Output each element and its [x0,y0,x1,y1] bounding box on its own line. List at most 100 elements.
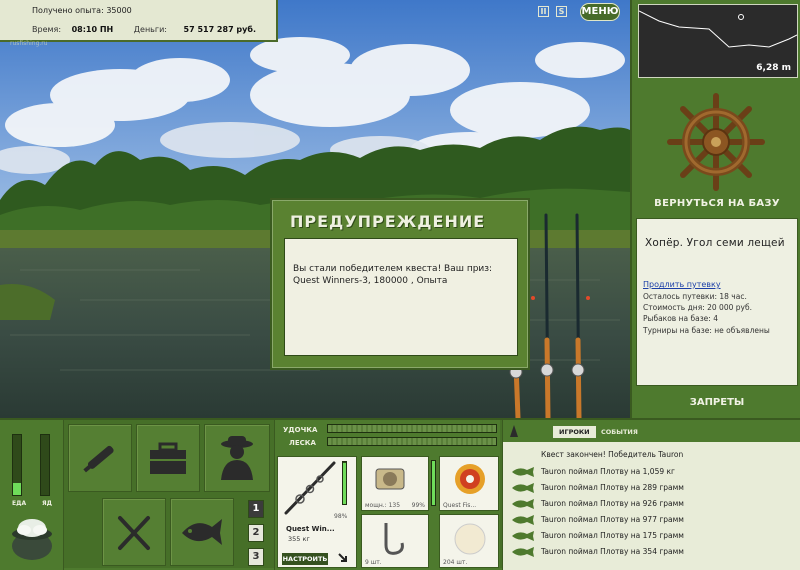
fish-icon [182,519,222,545]
event-text: Tauron поймал Плотву на 926 грамм [541,499,684,508]
events-header: ИГРОКИ СОБЫТИЯ [503,420,800,442]
setup-button[interactable]: НАСТРОИТЬ [282,553,328,565]
rod-bag-icon [83,445,114,473]
event-text: Tauron поймал Плотву на 1,059 кг [541,467,675,476]
hook-slot[interactable]: 9 шт. [361,514,429,568]
page-button-2[interactable]: 2 [248,524,264,542]
dialog-message: Вы стали победителем квеста! Ваш приз: Q… [293,264,493,286]
tackle-box-icon [150,442,186,474]
right-panel: 6,28 m ВЕРНУТЬСЯ НА БАЗУ Хопёр. Угол сем… [630,0,800,418]
line-slot[interactable]: Quest Fis... [439,456,499,511]
event-text: Tauron поймал Плотву на 354 грамм [541,547,684,556]
status-meters: ЕДА ЯД [0,420,64,570]
rod-slot[interactable]: 98% Quest Win... 355 кг НАСТРОИТЬ [277,456,357,568]
tab-players[interactable]: ИГРОКИ [553,426,596,438]
rod-condition: 98% [334,513,348,520]
rod-condition-bar [342,461,347,505]
page-button-3[interactable]: 3 [248,548,264,566]
event-row: Tauron поймал Плотву на 977 грамм [511,512,795,528]
bait-count: 204 шт. [443,559,468,566]
site-watermark: rusfishing.ru [10,40,48,47]
time-money-row: Время: 08:10 ПН Деньги: 57 517 287 руб. [32,25,272,34]
fisherman-icon [221,436,253,480]
line-tension-bar [327,437,497,446]
food-meter [12,434,22,496]
reel-condition: 99% [411,502,425,509]
tournaments-status: Турниры на базе: не объявлены [643,326,770,335]
money-value: 57 517 287 руб. [183,25,256,34]
ship-wheel-icon[interactable] [666,92,766,192]
player-info-panel: Получено опыта: 35000 Время: 08:10 ПН Де… [0,0,278,42]
cutlery-icon [118,516,150,550]
tackle-panel: УДОЧКА ЛЕСКА 98% Quest Win... 355 кг НАС… [274,420,500,570]
tackle-box-button[interactable] [136,424,200,492]
line-name: Quest Fis... [443,502,477,509]
event-row: Tauron поймал Плотву на 354 грамм [511,544,795,560]
permit-remaining: Осталось путевки: 18 час. [643,292,747,301]
arrow-up-icon[interactable] [509,424,519,438]
money-label: Деньги: [133,25,167,34]
quest-result: Квест закончен! Победитель Tauron [541,450,684,459]
fish-icon [512,547,534,557]
fish-icon [512,499,534,509]
hook-icon [384,523,404,555]
event-row: Tauron поймал Плотву на 175 грамм [511,528,795,544]
restrictions-button[interactable]: ЗАПРЕТЫ [632,397,800,408]
bait-icon [454,523,486,555]
anglers-count: Рыбаков на базе: 4 [643,314,718,323]
day-cost: Стоимость дня: 20 000 руб. [643,303,752,312]
warning-dialog[interactable]: ПРЕДУПРЕЖДЕНИЕ Вы стали победителем квес… [270,198,530,370]
line-label: ЛЕСКА [289,439,316,447]
fish-icon [512,531,534,541]
fish-cage-button[interactable] [170,498,234,566]
location-title: Хопёр. Угол семи лещей [645,237,785,249]
menu-button[interactable]: МЕНЮ [580,3,620,21]
rod-tension-bar [327,424,497,433]
cauldron-icon[interactable] [8,514,56,562]
hook-count: 9 шт. [365,559,382,566]
reel-condition-bar [431,460,436,506]
pause-icon[interactable]: II [538,6,549,17]
extend-permit-link[interactable]: Продлить путевку [643,280,721,289]
time-label: Время: [32,25,62,34]
arrow-down-right-icon [338,553,347,562]
rod-label: УДОЧКА [283,426,318,434]
rod-icon [284,461,336,515]
poison-label: ЯД [42,500,52,507]
event-row: Tauron поймал Плотву на 926 грамм [511,496,795,512]
depth-value: 6,28 m [756,63,791,73]
rod-name: Quest Win... [286,525,335,533]
dialog-title: ПРЕДУПРЕЖДЕНИЕ [290,212,486,231]
event-row: Tauron поймал Плотву на 1,059 кг [511,464,795,480]
page-button-1[interactable]: 1 [248,500,264,518]
reel-icon [375,468,405,490]
location-info: Хопёр. Угол семи лещей Продлить путевку … [636,218,798,386]
tab-events[interactable]: СОБЫТИЯ [601,426,638,438]
fish-icon [512,467,534,477]
food-label: ЕДА [12,500,27,507]
sound-icon[interactable]: S [556,6,567,17]
depth-map[interactable]: 6,28 m [638,4,798,78]
fish-icon [512,483,534,493]
event-row: Tauron поймал Плотву на 289 грамм [511,480,795,496]
rod-weight: 355 кг [288,535,310,543]
reel-power: мощн.: 135 [365,502,401,509]
return-to-base-button[interactable]: ВЕРНУТЬСЯ НА БАЗУ [632,198,800,209]
event-text: Tauron поймал Плотву на 977 грамм [541,515,684,524]
eat-button[interactable] [102,498,166,566]
reel-slot[interactable]: мощн.: 135 99% [361,456,429,511]
experience-text: Получено опыта: 35000 [32,6,132,15]
float-marker-icon [738,14,744,20]
rod-bag-button[interactable] [68,424,132,492]
time-value: 08:10 ПН [71,25,114,34]
line-spool-icon [455,464,485,494]
bait-slot[interactable]: 204 шт. [439,514,499,568]
poison-meter [40,434,50,496]
fish-icon [512,515,534,525]
dialog-message-box: Вы стали победителем квеста! Ваш приз: Q… [284,238,518,356]
fisherman-button[interactable] [204,424,270,492]
event-text: Tauron поймал Плотву на 175 грамм [541,531,684,540]
bottom-panel: ЕДА ЯД 1 2 3 УДОЧКА ЛЕСКА 98% Quest Win.… [0,418,800,570]
events-panel: ИГРОКИ СОБЫТИЯ Квест закончен! Победител… [502,420,800,570]
event-text: Tauron поймал Плотву на 289 грамм [541,483,684,492]
